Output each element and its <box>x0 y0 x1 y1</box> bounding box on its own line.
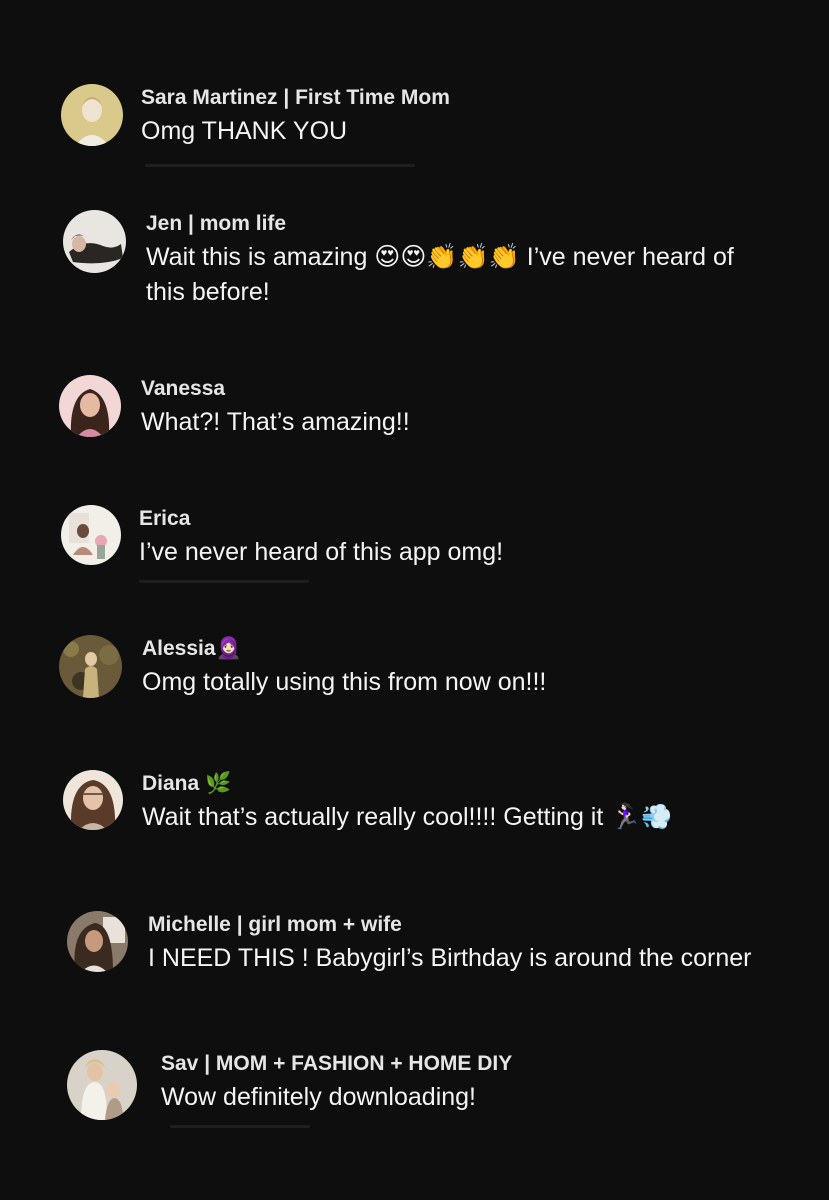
profile-photo-icon <box>67 1050 137 1120</box>
comment-text: I’ve never heard of this app omg! <box>139 538 504 566</box>
avatar[interactable] <box>67 911 128 972</box>
comment-text: Wait that’s actually really cool!!!! Get… <box>142 803 673 831</box>
comment-username[interactable]: Jen | mom life <box>146 210 766 238</box>
profile-photo-icon <box>63 770 123 830</box>
comment-username[interactable]: Alessia🧕🏻 <box>142 635 546 663</box>
divider <box>139 580 309 583</box>
comment-username[interactable]: Sara Martinez | First Time Mom <box>141 84 450 112</box>
comment-text: Omg THANK YOU <box>141 117 348 145</box>
comment-item: Alessia🧕🏻 Omg totally using this from no… <box>59 635 546 700</box>
profile-photo-icon <box>63 210 126 273</box>
divider <box>145 164 415 167</box>
comment-text: Wow definitely downloading! <box>161 1083 477 1111</box>
profile-photo-icon <box>61 84 123 146</box>
divider <box>170 1125 310 1128</box>
comment-username[interactable]: Michelle | girl mom + wife <box>148 911 752 939</box>
comment-item: Sara Martinez | First Time Mom Omg THANK… <box>61 84 450 149</box>
profile-photo-icon <box>67 911 128 972</box>
avatar[interactable] <box>61 84 123 146</box>
profile-photo-icon <box>59 635 122 698</box>
comment-text: What?! That’s amazing!! <box>141 408 410 436</box>
comment-item: Sav | MOM + FASHION + HOME DIY Wow defin… <box>67 1050 512 1120</box>
avatar[interactable] <box>59 635 122 698</box>
profile-photo-icon <box>59 375 121 437</box>
avatar[interactable] <box>63 210 126 273</box>
comment-item: Vanessa What?! That’s amazing!! <box>59 375 410 440</box>
comment-item: Jen | mom life Wait this is amazing 😍😍👏👏… <box>63 210 766 310</box>
profile-photo-icon <box>61 505 121 565</box>
comment-username[interactable]: Diana 🌿 <box>142 770 673 798</box>
comment-item: Erica I’ve never heard of this app omg! <box>61 505 503 570</box>
comment-item: Michelle | girl mom + wife I NEED THIS !… <box>67 911 752 976</box>
comment-text: Omg totally using this from now on!!! <box>142 668 547 696</box>
comment-username[interactable]: Sav | MOM + FASHION + HOME DIY <box>161 1050 512 1078</box>
avatar[interactable] <box>61 505 121 565</box>
comment-text: I NEED THIS ! Babygirl’s Birthday is aro… <box>148 944 752 972</box>
avatar[interactable] <box>67 1050 137 1120</box>
avatar[interactable] <box>63 770 123 830</box>
comment-username[interactable]: Erica <box>139 505 503 533</box>
avatar[interactable] <box>59 375 121 437</box>
comment-text: Wait this is amazing 😍😍👏👏👏 I’ve never he… <box>146 243 734 306</box>
comment-item: Diana 🌿 Wait that’s actually really cool… <box>63 770 673 835</box>
comment-username[interactable]: Vanessa <box>141 375 410 403</box>
